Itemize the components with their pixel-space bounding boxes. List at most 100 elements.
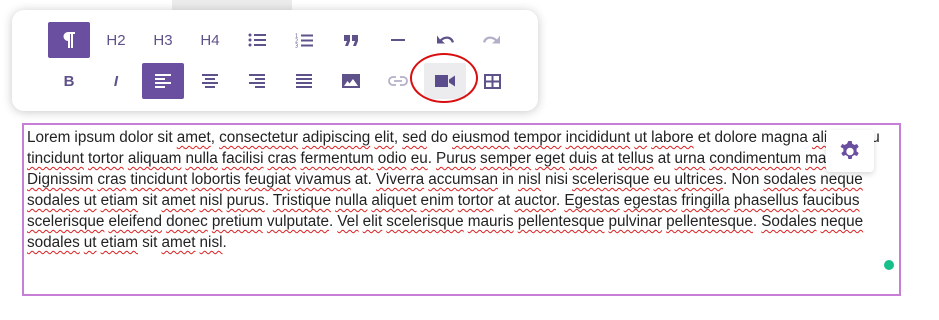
misspelled-word: scelerisque <box>386 213 464 230</box>
editor-paragraph[interactable]: Lorem ipsum dolor sit amet, consectetur … <box>27 127 897 253</box>
misspelled-word: scelerisque <box>27 213 105 230</box>
misspelled-word: pellentesque <box>517 213 605 230</box>
misspelled-word: eleifend <box>108 213 163 230</box>
align-left-icon <box>155 74 171 88</box>
settings-button[interactable] <box>826 130 874 172</box>
quote-icon <box>344 34 358 46</box>
misspelled-word: pretium <box>211 213 263 230</box>
ordered-list-button[interactable]: 1 2 3 <box>283 22 325 58</box>
misspelled-word: etiam <box>100 192 139 209</box>
misspelled-word: sodales <box>27 192 80 209</box>
editor-content[interactable]: Lorem ipsum dolor sit amet, consectetur … <box>22 123 901 296</box>
misspelled-word: mauris <box>467 213 514 230</box>
misspelled-word: fringilla <box>681 192 730 209</box>
misspelled-word: tincidunt <box>27 150 84 167</box>
heading3-button[interactable]: H3 <box>142 22 184 58</box>
bold-button[interactable]: B <box>48 63 90 99</box>
misspelled-word: Egestas <box>564 192 620 209</box>
paragraph-button[interactable] <box>48 22 90 58</box>
align-center-button[interactable] <box>189 63 231 99</box>
misspelled-word: Tristique <box>272 192 331 209</box>
misspelled-word: eu <box>653 171 671 188</box>
italic-button[interactable]: I <box>95 63 137 99</box>
bold-label: B <box>63 72 75 90</box>
redo-icon <box>483 35 500 44</box>
quote-button[interactable] <box>330 22 372 58</box>
misspelled-word: cras <box>97 171 127 188</box>
misspelled-word: donec <box>166 213 208 230</box>
misspelled-word: neque <box>820 213 864 230</box>
misspelled-word: tincidunt <box>130 171 188 188</box>
misspelled-word: pellentesque <box>666 213 753 230</box>
misspelled-word: lobortis <box>191 171 241 188</box>
misspelled-word: ultrices <box>674 171 723 188</box>
align-center-icon <box>202 74 218 88</box>
misspelled-word: eu <box>410 150 428 167</box>
misspelled-word: labore <box>651 129 694 146</box>
misspelled-word: odio <box>377 150 407 167</box>
misspelled-word: scelerisque <box>572 171 650 188</box>
misspelled-word: fermentum <box>300 150 374 167</box>
misspelled-word: etiam <box>100 234 139 251</box>
top-tab-fragment <box>172 0 292 10</box>
align-right-icon <box>249 74 265 88</box>
align-justify-button[interactable] <box>283 63 325 99</box>
misspelled-word: elit <box>374 129 394 146</box>
image-button[interactable] <box>330 63 372 99</box>
align-left-button[interactable] <box>142 63 184 99</box>
misspelled-word: enim <box>420 192 454 209</box>
heading2-label: H2 <box>106 31 126 49</box>
misspelled-word: nisl <box>199 234 223 251</box>
video-button[interactable] <box>424 63 466 99</box>
heading4-button[interactable]: H4 <box>189 22 231 58</box>
misspelled-word: sodales <box>27 234 80 251</box>
redo-button[interactable] <box>471 22 513 58</box>
misspelled-word: nisl <box>199 192 223 209</box>
misspelled-word: ut <box>83 192 97 209</box>
italic-label: I <box>113 72 119 90</box>
heading3-label: H3 <box>153 31 173 49</box>
bullet-list-icon <box>248 33 266 47</box>
image-icon <box>342 74 360 88</box>
horizontal-rule-button[interactable] <box>377 22 419 58</box>
misspelled-word: nisl <box>518 171 541 188</box>
misspelled-word: vivamus <box>294 171 351 188</box>
misspelled-word: Viverra <box>376 171 425 188</box>
svg-text:3: 3 <box>295 43 298 48</box>
misspelled-word: phasellus <box>733 192 799 209</box>
table-icon <box>483 73 501 89</box>
heading4-label: H4 <box>200 31 220 49</box>
misspelled-word: amet <box>161 234 196 251</box>
misspelled-word: Purus <box>436 150 476 167</box>
misspelled-word: semper <box>480 150 532 167</box>
misspelled-word: egestas <box>623 192 678 209</box>
align-right-button[interactable] <box>236 63 278 99</box>
link-icon <box>388 76 408 86</box>
undo-icon <box>437 35 454 44</box>
misspelled-word: faucibus <box>802 192 860 209</box>
misspelled-word: tempor <box>513 129 562 146</box>
paragraph-icon <box>63 32 75 48</box>
misspelled-word: incididunt <box>565 129 631 146</box>
misspelled-word: Vel <box>337 213 359 230</box>
link-button[interactable] <box>377 63 419 99</box>
misspelled-word: facilisi <box>221 150 264 167</box>
misspelled-word: nulla <box>335 192 368 209</box>
misspelled-word: amet <box>161 192 196 209</box>
misspelled-word: neque <box>820 171 863 188</box>
heading2-button[interactable]: H2 <box>95 22 137 58</box>
ordered-list-icon: 1 2 3 <box>295 33 313 48</box>
misspelled-word: tellus <box>617 150 654 167</box>
misspelled-word: purus <box>226 192 265 209</box>
misspelled-word: accumsan <box>428 171 498 188</box>
undo-button[interactable] <box>424 22 466 58</box>
misspelled-word: amet <box>176 129 211 146</box>
horizontal-rule-icon <box>391 39 405 41</box>
misspelled-word: Sodales <box>761 213 817 230</box>
misspelled-word: eiusmod <box>452 129 510 146</box>
table-button[interactable] <box>471 63 513 99</box>
status-dot <box>884 260 894 270</box>
editor-toolbar: H2 H3 H4 1 2 3 B I <box>12 10 538 111</box>
bullet-list-button[interactable] <box>236 22 278 58</box>
misspelled-word: sodales <box>763 171 817 188</box>
